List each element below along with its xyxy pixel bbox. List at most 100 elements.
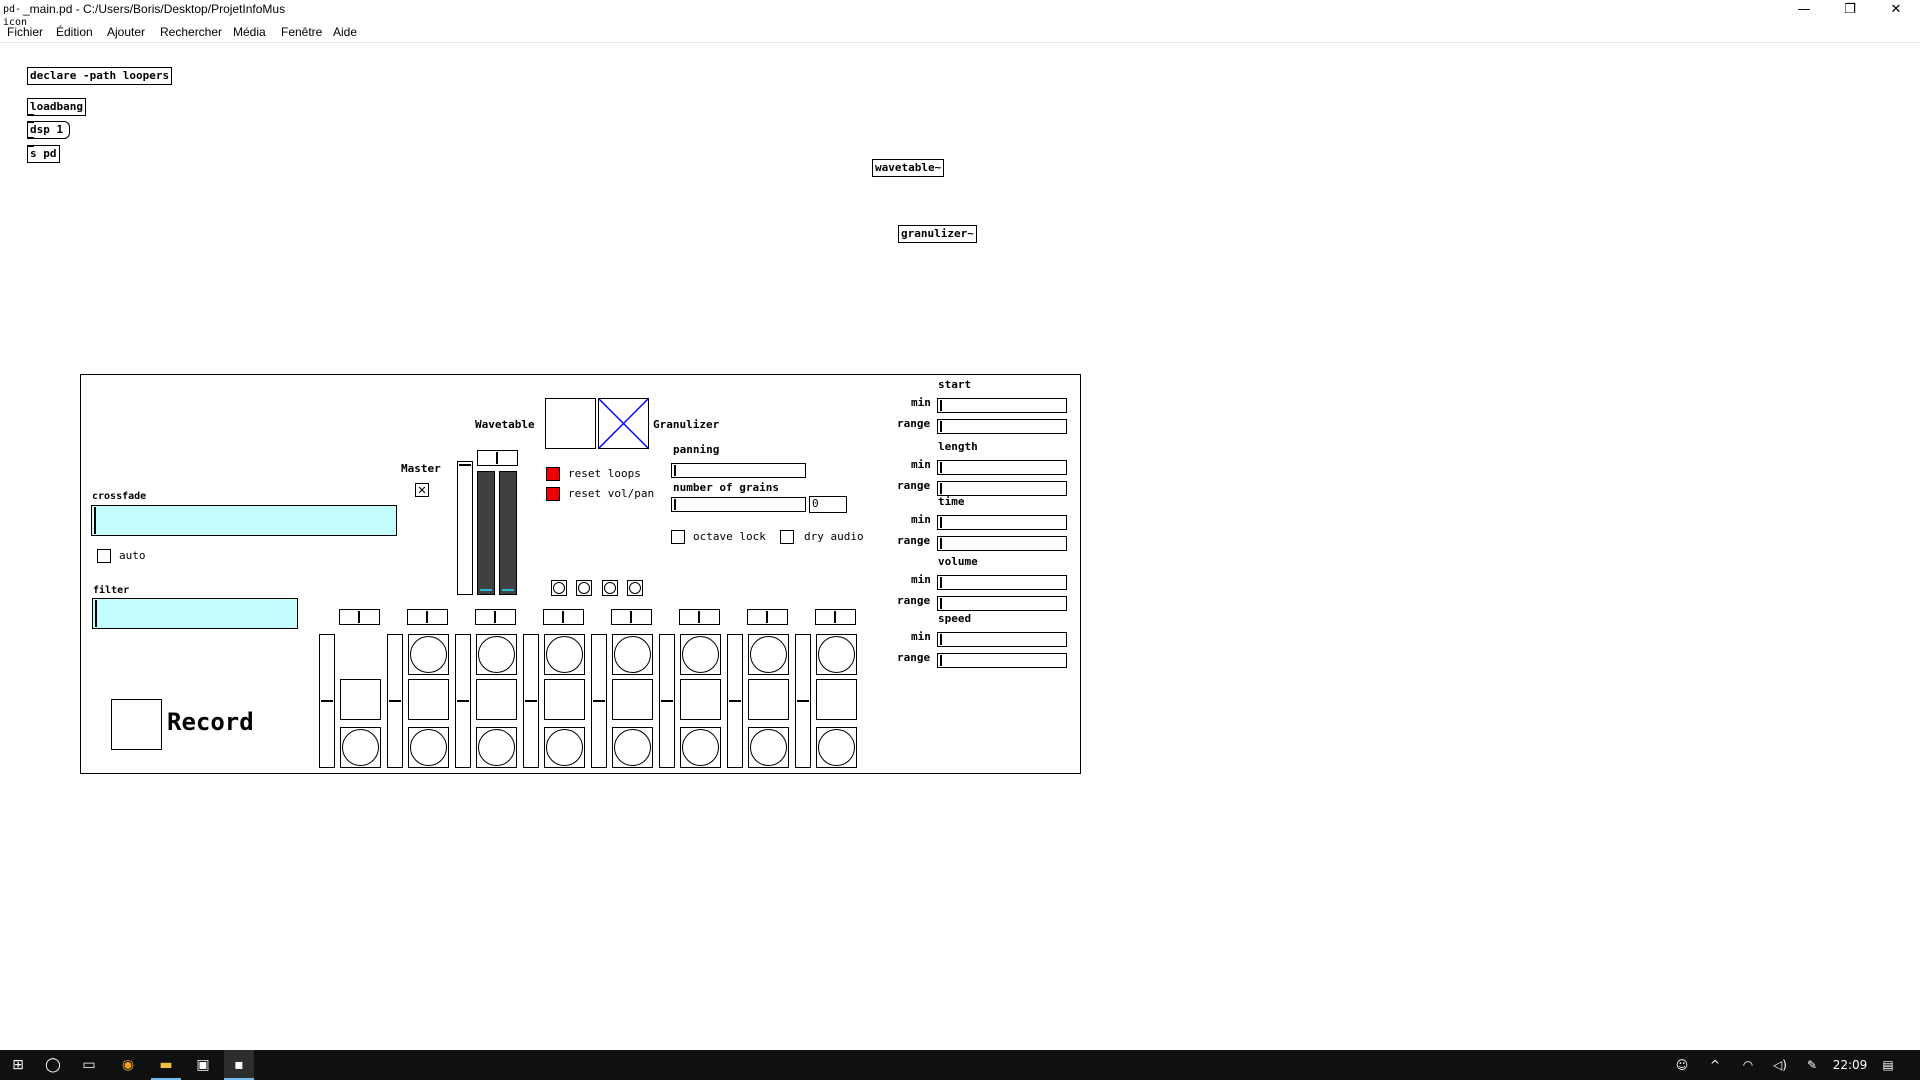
wavetable-object[interactable]: wavetable~ — [872, 159, 945, 177]
file-explorer-icon[interactable]: ▬ — [151, 1050, 181, 1080]
param-start-min-slider[interactable] — [937, 398, 1067, 413]
loop-1-stop-bang[interactable] — [340, 727, 381, 768]
store-icon[interactable]: ▣ — [188, 1050, 218, 1080]
pd-app-icon[interactable]: ▪ — [224, 1050, 254, 1080]
reset-loops-button[interactable] — [546, 467, 560, 481]
loop-8-volume-slider[interactable] — [795, 634, 811, 768]
param-time-range-slider[interactable] — [937, 536, 1067, 551]
loop-4-stop-bang[interactable] — [544, 727, 585, 768]
menu-media[interactable]: Média — [233, 25, 266, 39]
menu-fichier[interactable]: Fichier — [7, 25, 43, 39]
loop-8-stop-bang[interactable] — [816, 727, 857, 768]
loop-5-pan-slider[interactable] — [611, 609, 652, 625]
param-speed-range-slider[interactable] — [937, 653, 1067, 668]
loop-5-play-bang[interactable] — [612, 634, 653, 675]
loop-1-volume-slider[interactable] — [319, 634, 335, 768]
loop-2-record-toggle[interactable] — [408, 679, 449, 720]
param-time-range-label: range — [897, 534, 931, 547]
loop-3-record-toggle[interactable] — [476, 679, 517, 720]
loop-7-pan-slider[interactable] — [747, 609, 788, 625]
master-volume-slider[interactable] — [457, 461, 473, 595]
param-volume-min-slider[interactable] — [937, 575, 1067, 590]
restore-button[interactable]: ❐ — [1827, 0, 1873, 20]
loop-3-stop-bang[interactable] — [476, 727, 517, 768]
notifications-icon[interactable]: ▤ — [1876, 1050, 1900, 1080]
loop-7-record-toggle[interactable] — [748, 679, 789, 720]
windows-start-icon[interactable]: ⊞ — [3, 1050, 33, 1080]
people-icon[interactable]: ☺ — [1670, 1050, 1694, 1080]
reset-volpan-button[interactable] — [546, 487, 560, 501]
crossfade-slider[interactable] — [91, 505, 397, 536]
loop-1-record-toggle[interactable] — [340, 679, 381, 720]
send-pd-object[interactable]: s pd — [27, 145, 60, 163]
menu-rechercher[interactable]: Rechercher — [160, 25, 222, 39]
octave-lock-toggle[interactable] — [671, 530, 685, 544]
loop-4-play-bang[interactable] — [544, 634, 585, 675]
param-length-min-slider[interactable] — [937, 460, 1067, 475]
loop-2-pan-slider[interactable] — [407, 609, 448, 625]
loadbang-object[interactable]: loadbang — [27, 98, 86, 116]
loop-2-play-bang[interactable] — [408, 634, 449, 675]
loop-7-stop-bang[interactable] — [748, 727, 789, 768]
loop-2-volume-slider[interactable] — [387, 634, 403, 768]
master-pan-slider[interactable] — [477, 450, 518, 466]
loop-8-pan-slider[interactable] — [815, 609, 856, 625]
loop-bang-1[interactable] — [551, 580, 567, 596]
declare-object[interactable]: declare -path loopers — [27, 67, 173, 85]
loop-2-stop-bang[interactable] — [408, 727, 449, 768]
search-icon[interactable]: ◯ — [38, 1050, 68, 1080]
loop-8-play-bang[interactable] — [816, 634, 857, 675]
granulizer-object[interactable]: granulizer~ — [898, 225, 977, 243]
auto-toggle[interactable] — [97, 549, 111, 563]
chevron-up-icon[interactable]: ^ — [1703, 1050, 1727, 1080]
loop-7-volume-slider[interactable] — [727, 634, 743, 768]
wavetable-toggle[interactable] — [545, 398, 596, 449]
loop-4-record-toggle[interactable] — [544, 679, 585, 720]
loop-3-volume-slider[interactable] — [455, 634, 471, 768]
network-icon[interactable]: ◠ — [1736, 1050, 1760, 1080]
param-time-min-slider[interactable] — [937, 515, 1067, 530]
menu-fenetre[interactable]: Fenêtre — [281, 25, 322, 39]
loop-bang-4[interactable] — [627, 580, 643, 596]
volume-icon[interactable]: ◁) — [1768, 1050, 1792, 1080]
param-start-range-slider[interactable] — [937, 419, 1067, 434]
record-button[interactable] — [111, 699, 162, 750]
master-toggle[interactable]: ✕ — [415, 483, 429, 497]
loop-4-pan-slider[interactable] — [543, 609, 584, 625]
loop-6-volume-slider[interactable] — [659, 634, 675, 768]
loop-7-play-bang[interactable] — [748, 634, 789, 675]
loop-3-pan-slider[interactable] — [475, 609, 516, 625]
loop-3-play-bang[interactable] — [476, 634, 517, 675]
panning-slider[interactable] — [671, 463, 806, 478]
loop-1-pan-slider[interactable] — [339, 609, 380, 625]
grains-number-box[interactable]: 0 — [809, 496, 847, 513]
clock[interactable]: 22:09 — [1830, 1050, 1870, 1080]
loop-6-record-toggle[interactable] — [680, 679, 721, 720]
menu-edition[interactable]: Édition — [56, 25, 93, 39]
chrome-icon[interactable]: ◉ — [113, 1050, 143, 1080]
pen-icon[interactable]: ✎ — [1800, 1050, 1824, 1080]
filter-slider[interactable] — [92, 598, 298, 629]
loop-6-pan-slider[interactable] — [679, 609, 720, 625]
grains-slider[interactable] — [671, 497, 806, 512]
loop-bang-2[interactable] — [576, 580, 592, 596]
task-view-icon[interactable]: ▭ — [74, 1050, 104, 1080]
close-button[interactable]: ✕ — [1873, 0, 1919, 20]
loop-5-stop-bang[interactable] — [612, 727, 653, 768]
loop-6-play-bang[interactable] — [680, 634, 721, 675]
minimize-button[interactable]: — — [1781, 0, 1827, 20]
loop-6-stop-bang[interactable] — [680, 727, 721, 768]
dry-audio-toggle[interactable] — [780, 530, 794, 544]
granulizer-toggle[interactable] — [598, 398, 649, 449]
dsp-message[interactable]: dsp 1 — [27, 121, 71, 139]
menu-aide[interactable]: Aide — [333, 25, 357, 39]
loop-8-record-toggle[interactable] — [816, 679, 857, 720]
loop-5-volume-slider[interactable] — [591, 634, 607, 768]
loop-4-volume-slider[interactable] — [523, 634, 539, 768]
param-volume-range-slider[interactable] — [937, 596, 1067, 611]
menu-ajouter[interactable]: Ajouter — [107, 25, 145, 39]
loop-bang-3[interactable] — [602, 580, 618, 596]
param-length-range-slider[interactable] — [937, 481, 1067, 496]
loop-5-record-toggle[interactable] — [612, 679, 653, 720]
param-speed-min-slider[interactable] — [937, 632, 1067, 647]
